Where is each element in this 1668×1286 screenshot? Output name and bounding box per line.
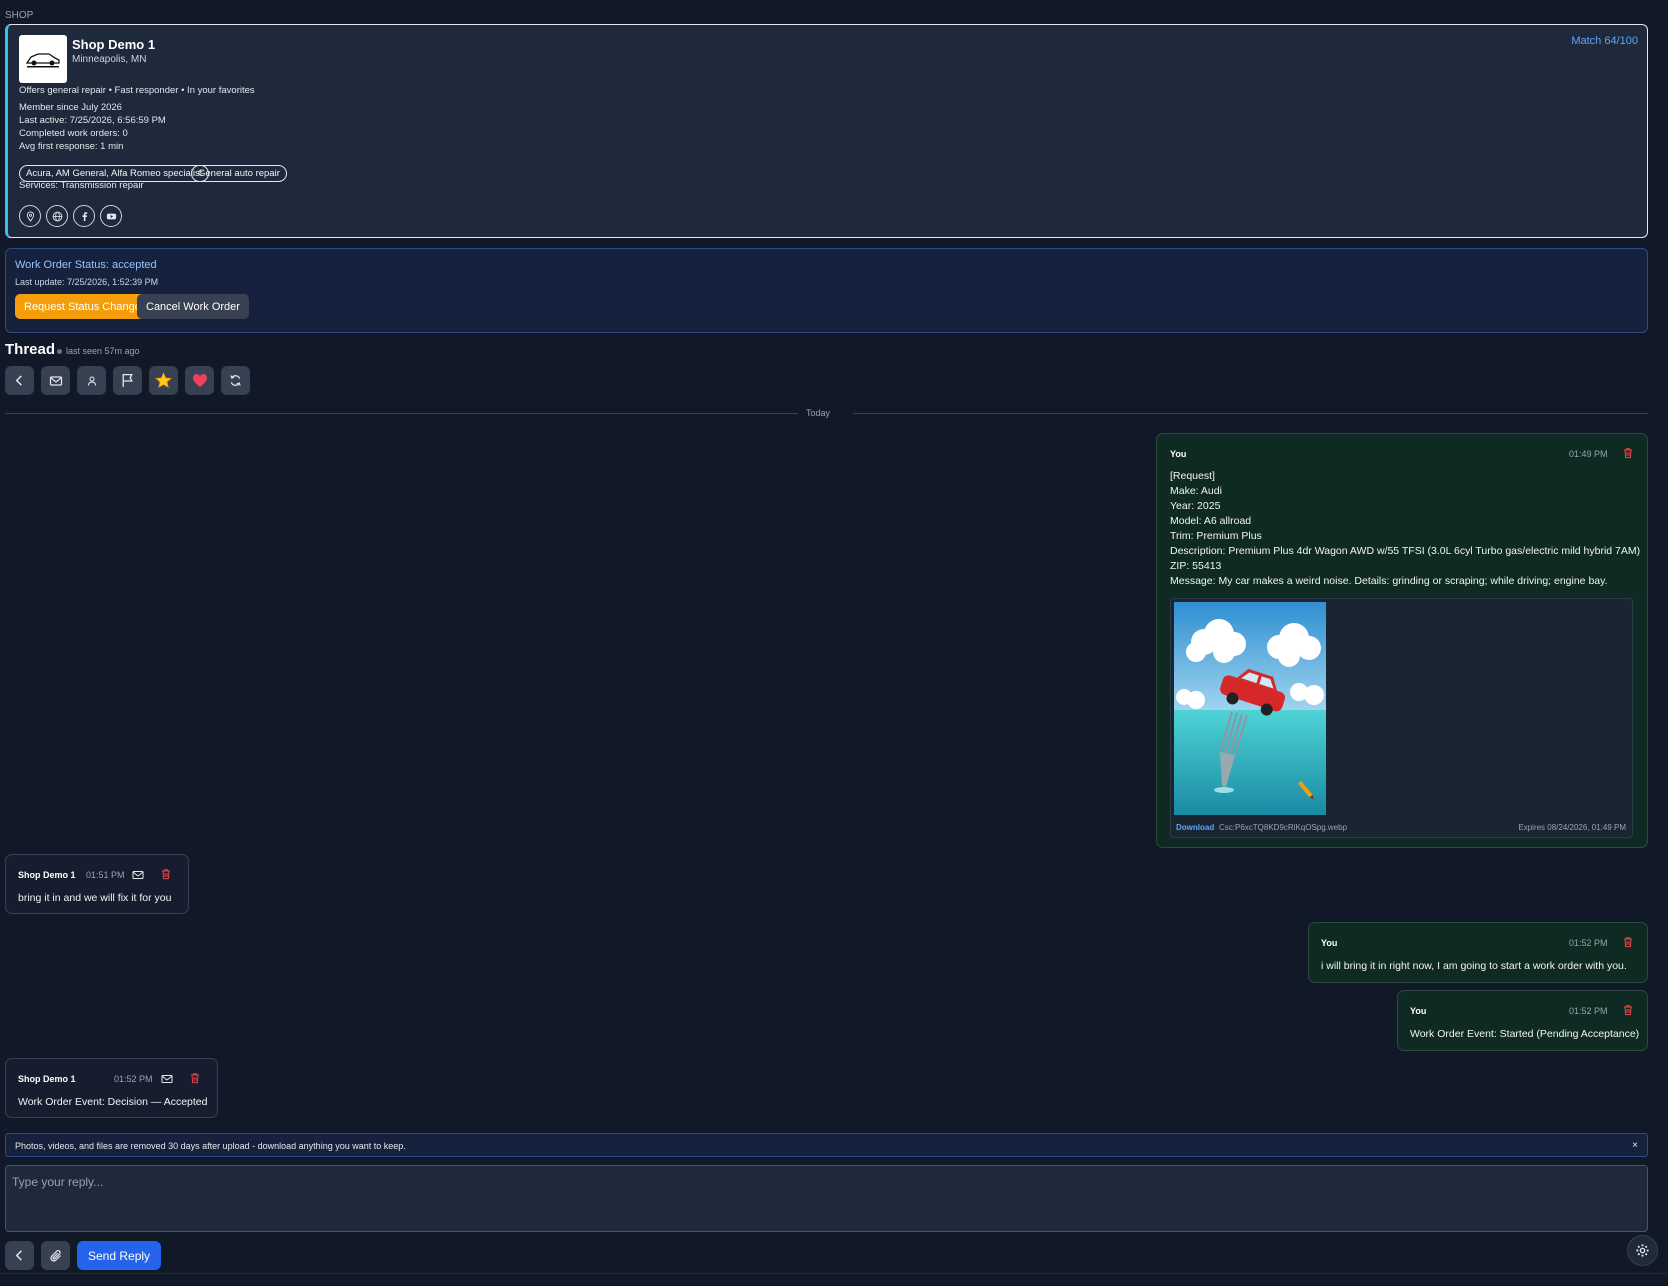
- message-sender: Shop Demo 1: [18, 870, 76, 880]
- divider-line-right: [853, 413, 1648, 414]
- message-sender: Shop Demo 1: [18, 1074, 76, 1084]
- work-order-last-update: Last update: 7/25/2026, 1:52:39 PM: [15, 277, 159, 287]
- retention-notice-text: Photos, videos, and files are removed 30…: [15, 1141, 406, 1151]
- trash-icon[interactable]: [160, 868, 172, 880]
- heart-icon[interactable]: [185, 366, 214, 395]
- message-body: [Request] Make: Audi Year: 2025 Model: A…: [1170, 470, 1641, 587]
- message-shop: Shop Demo 1 01:51 PM bring it in and we …: [5, 854, 189, 914]
- trash-icon[interactable]: [1622, 447, 1634, 459]
- attachment-expires: Expires 08/24/2026, 01:49 PM: [1518, 823, 1626, 832]
- youtube-icon[interactable]: [100, 205, 122, 227]
- member-since: Member since July 2026: [19, 102, 122, 113]
- last-seen-text: last seen 57m ago: [66, 346, 140, 356]
- tag-general: General auto repair: [191, 165, 287, 182]
- send-reply-button[interactable]: Send Reply: [77, 1241, 162, 1270]
- reply-input[interactable]: [5, 1165, 1648, 1232]
- attachment-download-link[interactable]: Download: [1176, 823, 1214, 832]
- message-body: i will bring it in right now, I am going…: [1321, 960, 1627, 972]
- work-order-status-card: Work Order Status: accepted Last update:…: [5, 248, 1648, 333]
- retention-notice: Photos, videos, and files are removed 30…: [5, 1133, 1648, 1157]
- message-sender: You: [1410, 1006, 1427, 1016]
- divider-line-left: [5, 413, 798, 414]
- close-icon[interactable]: ×: [1632, 1140, 1638, 1151]
- mail-icon[interactable]: [161, 1073, 173, 1085]
- presence-dot: [57, 348, 62, 354]
- trash-icon[interactable]: [1622, 1004, 1634, 1016]
- flag-icon[interactable]: [113, 366, 142, 395]
- back-icon[interactable]: [5, 1241, 34, 1270]
- gear-icon[interactable]: [1627, 1235, 1658, 1266]
- person-icon[interactable]: [77, 366, 106, 395]
- message-time: 01:51 PM: [86, 870, 125, 880]
- thread-title: Thread: [5, 341, 56, 358]
- shop-logo: [19, 35, 67, 83]
- map-pin-icon[interactable]: [19, 205, 41, 227]
- shop-location: Minneapolis, MN: [72, 54, 147, 65]
- message-you: You 01:52 PM i will bring it in right no…: [1308, 922, 1648, 983]
- completed-orders: Completed work orders: 0: [19, 128, 128, 139]
- mail-icon[interactable]: [41, 366, 70, 395]
- work-order-status: Work Order Status: accepted: [15, 259, 157, 271]
- match-score: Match 64/100: [1571, 35, 1638, 47]
- message-time: 01:52 PM: [1569, 938, 1608, 948]
- attachment-filename: Csc:P6xcTQ8KD9cRlKqOSpg.webp: [1219, 823, 1348, 832]
- message-you-request: You 01:49 PM [Request] Make: Audi Year: …: [1156, 433, 1648, 848]
- trash-icon[interactable]: [189, 1072, 201, 1084]
- last-seen: last seen 57m ago: [57, 346, 140, 356]
- message-shop-event: Shop Demo 1 01:52 PM Work Order Event: D…: [5, 1058, 218, 1118]
- star-icon[interactable]: [149, 366, 178, 395]
- message-time: 01:52 PM: [1569, 1006, 1608, 1016]
- shop-offers: Offers general repair • Fast responder •…: [19, 85, 255, 96]
- trash-icon[interactable]: [1622, 936, 1634, 948]
- shop-card: Shop Demo 1 Minneapolis, MN Match 64/100…: [5, 24, 1648, 238]
- refresh-icon[interactable]: [221, 366, 250, 395]
- section-label: SHOP: [5, 10, 34, 21]
- date-divider: Today: [806, 408, 831, 418]
- message-time: 01:49 PM: [1569, 449, 1608, 459]
- attachment-card: Download Csc:P6xcTQ8KD9cRlKqOSpg.webp Ex…: [1170, 598, 1633, 838]
- attachment-image[interactable]: [1174, 602, 1326, 815]
- mail-icon[interactable]: [132, 869, 144, 881]
- cancel-work-order-button[interactable]: Cancel Work Order: [137, 294, 249, 319]
- message-sender: You: [1170, 449, 1187, 459]
- status-bar: [0, 1273, 1668, 1286]
- message-time: 01:52 PM: [114, 1074, 153, 1084]
- facebook-icon[interactable]: [73, 205, 95, 227]
- shop-services: Services: Transmission repair: [19, 180, 144, 191]
- message-sender: You: [1321, 938, 1338, 948]
- avg-response: Avg first response: 1 min: [19, 141, 124, 152]
- globe-icon[interactable]: [46, 205, 68, 227]
- shop-name[interactable]: Shop Demo 1: [72, 37, 155, 52]
- paperclip-icon[interactable]: [41, 1241, 70, 1270]
- message-body: bring it in and we will fix it for you: [18, 892, 172, 904]
- back-icon[interactable]: [5, 366, 34, 395]
- message-body: Work Order Event: Started (Pending Accep…: [1410, 1028, 1640, 1040]
- message-you-event: You 01:52 PM Work Order Event: Started (…: [1397, 990, 1648, 1051]
- message-body: Work Order Event: Decision — Accepted: [18, 1096, 208, 1108]
- last-active: Last active: 7/25/2026, 6:56:59 PM: [19, 115, 166, 126]
- request-status-change-button[interactable]: Request Status Change: [15, 294, 150, 319]
